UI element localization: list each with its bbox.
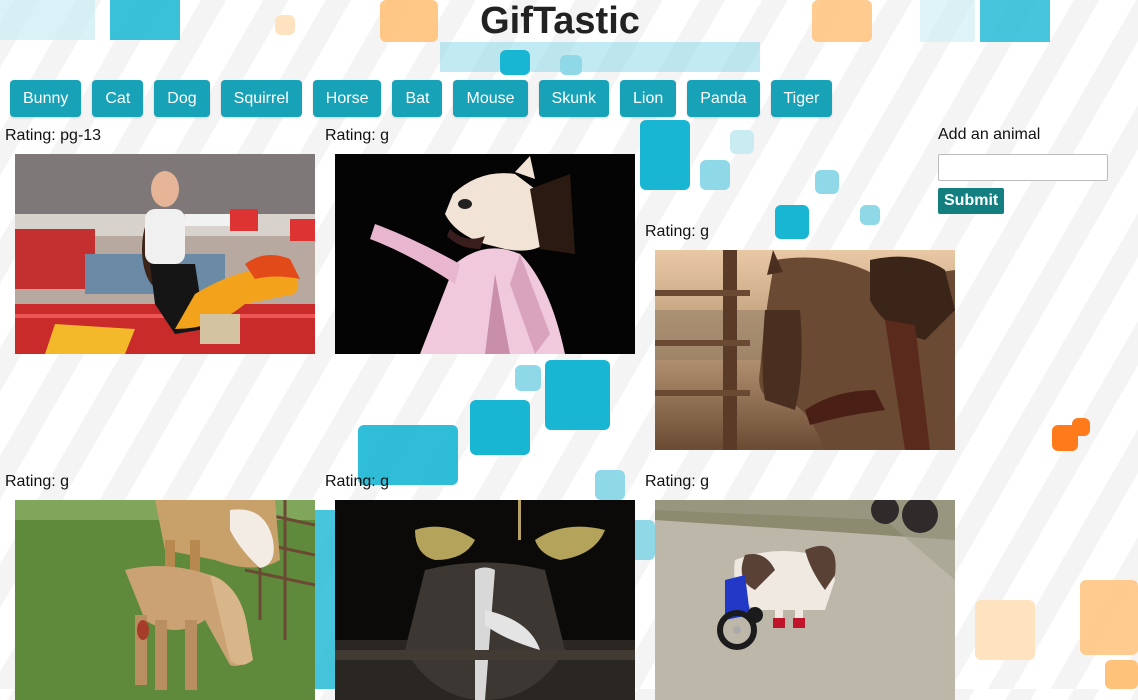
gif-card: Rating: g [325, 472, 635, 700]
gif-rating: Rating: g [325, 473, 390, 490]
gif-rating: Rating: g [5, 473, 70, 490]
gif-rating: Rating: g [645, 223, 710, 240]
animal-button-horse[interactable]: Horse [312, 80, 382, 117]
animal-button-dog[interactable]: Dog [154, 80, 210, 117]
animal-button-cat[interactable]: Cat [92, 80, 144, 117]
gif-image[interactable] [655, 250, 955, 450]
gif-rating: Rating: g [645, 473, 710, 490]
animal-button-tiger[interactable]: Tiger [770, 80, 833, 117]
animal-buttons: Bunny Cat Dog Squirrel Horse Bat Mouse S… [10, 80, 833, 117]
gif-card: Rating: g [645, 222, 955, 450]
animal-button-squirrel[interactable]: Squirrel [220, 80, 302, 117]
gif-image[interactable] [15, 154, 315, 354]
gif-rating: Rating: g [325, 127, 390, 144]
page-title: GifTastic [480, 0, 640, 42]
add-animal-label: Add an animal [938, 126, 1041, 143]
animal-button-bunny[interactable]: Bunny [10, 80, 82, 117]
animal-button-bat[interactable]: Bat [392, 80, 443, 117]
gif-image[interactable] [335, 154, 635, 354]
gif-rating: Rating: pg-13 [5, 127, 102, 144]
animal-button-lion[interactable]: Lion [619, 80, 677, 117]
submit-button[interactable]: Submit [938, 188, 1005, 214]
animal-button-mouse[interactable]: Mouse [453, 80, 528, 117]
animal-input[interactable] [938, 154, 1108, 181]
animal-button-skunk[interactable]: Skunk [538, 80, 609, 117]
gif-card: Rating: pg-13 [5, 126, 315, 354]
add-animal-form: Add an animal Submit [938, 126, 1108, 214]
gif-image[interactable] [15, 500, 315, 700]
gif-card: Rating: g [5, 472, 315, 700]
gif-image[interactable] [655, 500, 955, 700]
gif-card: Rating: g [325, 126, 635, 354]
gif-image[interactable] [335, 500, 635, 700]
gif-card: Rating: g [645, 472, 955, 700]
animal-button-panda[interactable]: Panda [687, 80, 760, 117]
